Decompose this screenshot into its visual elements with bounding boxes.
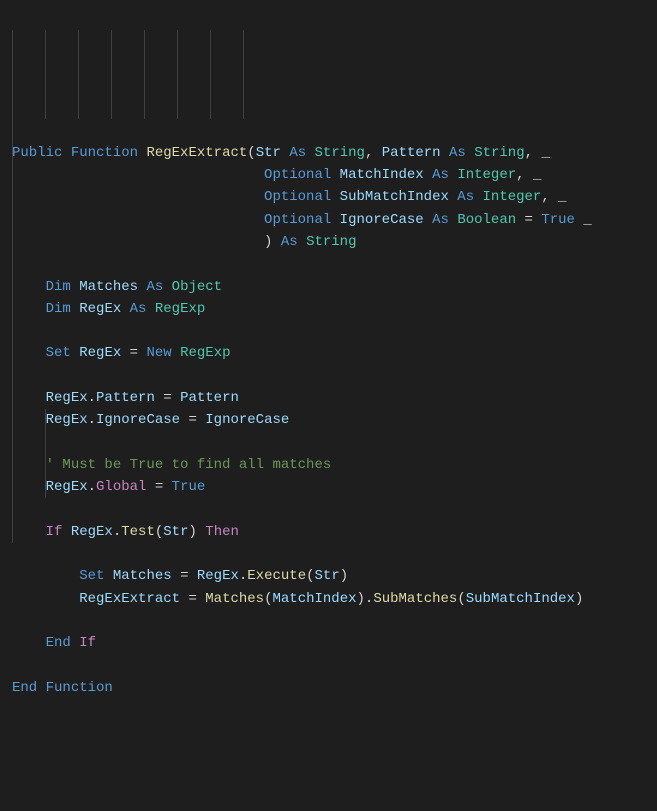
prop-global: Global <box>96 479 146 495</box>
prop-ignorecase: IgnoreCase <box>96 412 180 428</box>
type-object: Object <box>172 279 222 295</box>
type-string: String <box>315 145 365 161</box>
var-regex: RegEx <box>79 301 121 317</box>
keyword-dim: Dim <box>46 279 71 295</box>
method-submatches: SubMatches <box>373 591 457 607</box>
type-regexp: RegExp <box>155 301 205 317</box>
keyword-set: Set <box>46 345 71 361</box>
keyword-public: Public <box>12 145 62 161</box>
param-pattern: Pattern <box>382 145 441 161</box>
keyword-if: If <box>46 524 63 540</box>
param-submatchindex: SubMatchIndex <box>340 189 449 205</box>
method-test: Test <box>121 524 155 540</box>
keyword-function: Function <box>71 145 138 161</box>
type-boolean: Boolean <box>457 212 516 228</box>
var-matches: Matches <box>79 279 138 295</box>
param-str: Str <box>256 145 281 161</box>
param-matchindex: MatchIndex <box>340 167 424 183</box>
type-integer: Integer <box>457 167 516 183</box>
param-ignorecase: IgnoreCase <box>340 212 424 228</box>
keyword-new: New <box>146 345 171 361</box>
method-execute: Execute <box>247 568 306 584</box>
keyword-then: Then <box>205 524 239 540</box>
code-block: Public Function RegExExtract(Str As Stri… <box>12 142 645 699</box>
prop-pattern: Pattern <box>96 390 155 406</box>
function-name: RegExExtract <box>146 145 247 161</box>
keyword-optional: Optional <box>264 167 331 183</box>
comment: ' Must be True to find all matches <box>46 457 332 473</box>
keyword-end: End <box>46 635 71 651</box>
return-var: RegExExtract <box>79 591 180 607</box>
literal-true: True <box>541 212 575 228</box>
